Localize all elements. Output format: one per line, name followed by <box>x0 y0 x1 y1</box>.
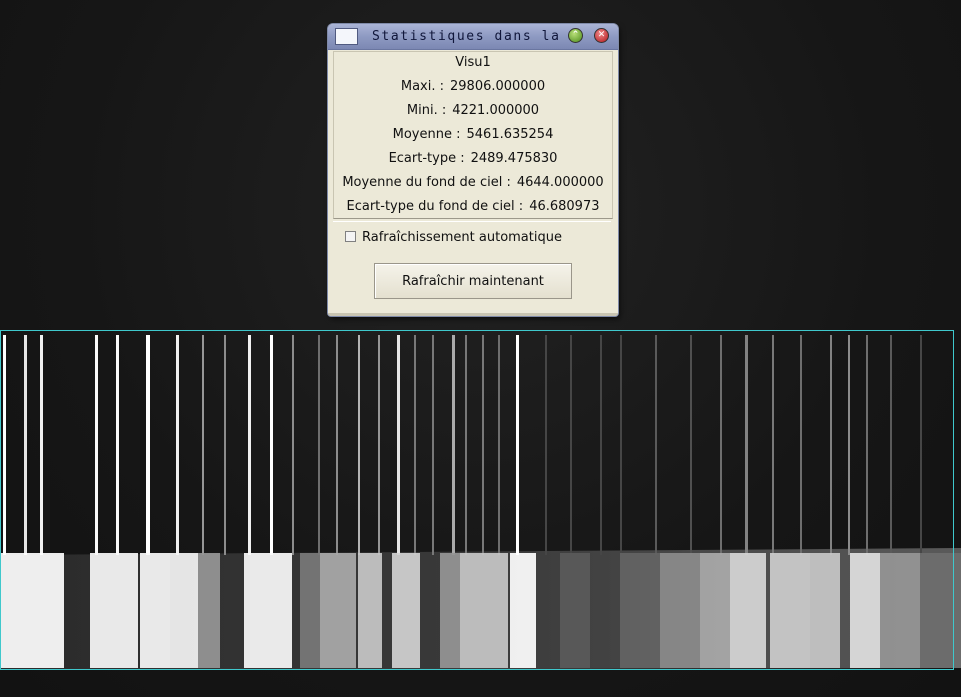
spectrum-band <box>700 553 730 668</box>
stat-ecart-type: Ecart-type : 2489.475830 <box>334 151 612 166</box>
emission-line <box>890 335 892 555</box>
spectrum-band <box>244 553 292 668</box>
spectrum-band <box>730 553 766 668</box>
emission-line <box>146 335 150 555</box>
emission-line <box>378 335 380 555</box>
spectrum-band <box>358 553 382 668</box>
stat-label: Mini. : <box>406 103 447 118</box>
emission-lines-upper <box>3 335 922 555</box>
stat-value: 2489.475830 <box>470 151 558 166</box>
spectrum-band <box>90 553 138 668</box>
emission-line <box>772 335 774 555</box>
spectrum-band <box>440 553 460 668</box>
spectrum-band <box>660 553 700 668</box>
spectrum-band <box>140 553 170 668</box>
spectrum-band <box>880 553 920 668</box>
emission-line <box>482 335 484 555</box>
emission-line <box>800 335 802 555</box>
stat-value: 46.680973 <box>529 199 600 214</box>
spectrum-band <box>0 553 64 668</box>
statistics-panel: Visu1 Maxi. : 29806.000000 Mini. : 4221.00… <box>333 51 613 219</box>
emission-line <box>920 335 922 555</box>
emission-line <box>358 335 360 555</box>
options-panel: Rafraîchissement automatique Rafraîchir … <box>333 221 611 310</box>
emission-line <box>570 335 572 555</box>
emission-line <box>336 335 338 555</box>
emission-line <box>866 335 868 555</box>
window-title: Statistiques dans la <box>372 29 561 44</box>
spectrum-band <box>850 553 880 668</box>
spectrum-band <box>170 553 198 668</box>
emission-line <box>720 335 722 555</box>
spectrum-band <box>300 553 320 668</box>
emission-line <box>414 335 416 555</box>
emission-line <box>830 335 832 555</box>
stat-moyenne-fond: Moyenne du fond de ciel : 4644.000000 <box>334 175 612 190</box>
emission-line <box>655 335 657 555</box>
emission-line <box>620 335 622 555</box>
checkbox-box[interactable] <box>345 230 356 242</box>
stat-value: 4221.000000 <box>452 103 540 118</box>
emission-line <box>24 335 27 555</box>
emission-line <box>40 335 43 555</box>
stat-value: 29806.000000 <box>450 79 546 94</box>
visu-name: Visu1 <box>455 55 491 70</box>
emission-line <box>270 335 273 555</box>
emission-line <box>116 335 119 555</box>
refresh-now-button[interactable]: Rafraîchir maintenant <box>374 263 572 299</box>
emission-line <box>600 335 602 555</box>
emission-line <box>690 335 692 555</box>
stat-ecart-type-fond: Ecart-type du fond de ciel : 46.680973 <box>334 199 612 214</box>
stat-value: 4644.000000 <box>516 175 604 190</box>
emission-line <box>95 335 98 555</box>
auto-refresh-label: Rafraîchissement automatique <box>362 230 562 245</box>
spectrum-band <box>770 553 810 668</box>
window-menu-icon[interactable] <box>335 28 358 45</box>
stat-label: Ecart-type du fond de ciel : <box>346 199 524 214</box>
emission-line <box>848 335 850 555</box>
spectrum-band <box>620 553 660 668</box>
emission-line <box>465 335 467 555</box>
stat-value: 5461.635254 <box>466 127 554 142</box>
emission-line <box>176 335 179 555</box>
stat-maxi: Maxi. : 29806.000000 <box>334 79 612 94</box>
stat-moyenne: Moyenne : 5461.635254 <box>334 127 612 142</box>
spectrum-band <box>510 553 536 668</box>
emission-line <box>545 335 547 555</box>
window-titlebar[interactable]: Statistiques dans la ⌃ ✕ <box>328 24 618 50</box>
window-bottom-edge <box>328 313 618 316</box>
stat-mini: Mini. : 4221.000000 <box>334 103 612 118</box>
spectrum-band <box>198 553 220 668</box>
spectrum-band <box>392 553 420 668</box>
emission-line <box>248 335 251 555</box>
emission-line <box>292 335 294 555</box>
statistics-window[interactable]: Statistiques dans la ⌃ ✕ Visu1 Maxi. : 29… <box>328 24 618 316</box>
spectrum-band <box>560 553 590 668</box>
close-icon[interactable]: ✕ <box>594 28 609 43</box>
stat-label: Moyenne : <box>392 127 461 142</box>
emission-line <box>498 335 500 555</box>
emission-line <box>745 335 748 555</box>
stat-label: Maxi. : <box>400 79 444 94</box>
emission-line <box>452 335 455 555</box>
auto-refresh-checkbox[interactable]: Rafraîchissement automatique <box>345 230 562 245</box>
minimize-icon[interactable]: ⌃ <box>568 28 583 43</box>
spectrum-band <box>320 553 356 668</box>
emission-line <box>432 335 434 555</box>
emission-line <box>318 335 320 555</box>
emission-line <box>397 335 400 555</box>
emission-lines-lower <box>0 553 961 668</box>
emission-line <box>516 335 519 555</box>
stat-label: Ecart-type : <box>388 151 465 166</box>
emission-line <box>3 335 6 555</box>
spectrum-band <box>920 553 961 668</box>
stat-label: Moyenne du fond de ciel : <box>342 175 511 190</box>
spectrum-band <box>810 553 840 668</box>
emission-line <box>224 335 226 555</box>
emission-line <box>202 335 204 555</box>
spectrum-band <box>460 553 508 668</box>
